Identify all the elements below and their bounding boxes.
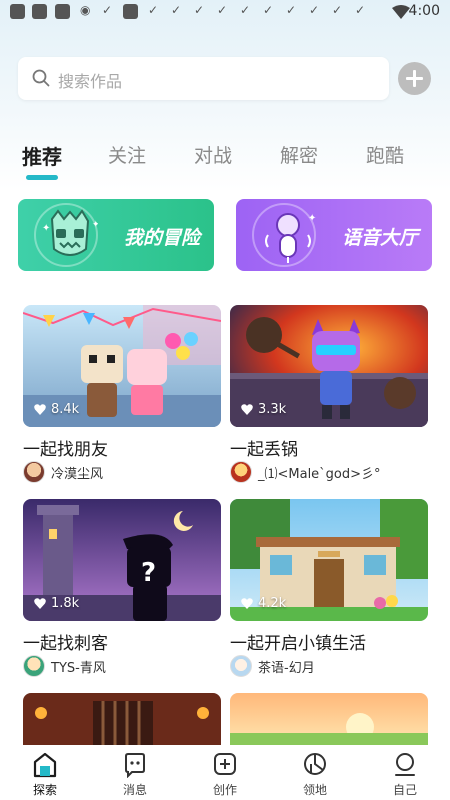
voice-hall-banner[interactable]: ✦ 语音大厅 xyxy=(236,199,432,271)
nav-profile[interactable]: 自己 xyxy=(360,745,450,800)
tab-indicator xyxy=(26,175,58,180)
check-icon: ✓ xyxy=(263,3,274,17)
author-name: _⑴<Male`god>彡° xyxy=(258,466,381,482)
tab-puzzle[interactable]: 解密 xyxy=(280,141,318,168)
monster-icon: ✦ ✦ xyxy=(42,209,98,256)
card-title: 一起丢锅 xyxy=(230,440,298,460)
check-icon: ✓ xyxy=(148,3,159,17)
svg-text:✦: ✦ xyxy=(92,220,98,230)
profile-icon xyxy=(395,753,415,776)
search-icon xyxy=(32,69,50,87)
notification-icon xyxy=(55,4,70,19)
check-icon: ✓ xyxy=(332,3,343,17)
adventure-banner[interactable]: ✦ ✦ 我的冒险 xyxy=(18,199,214,271)
banner-label: 语音大厅 xyxy=(341,227,418,249)
heart-icon xyxy=(34,598,46,609)
avatar xyxy=(23,461,45,483)
check-icon: ✓ xyxy=(309,3,320,17)
likes-value: 3.3k xyxy=(258,402,287,417)
status-bar: ◉ ✓ ✓ ✓ ✓ ✓ ✓ ✓ ✓ ✓ ✓ ✓ 4:00 xyxy=(0,0,450,26)
likes-value: 4.2k xyxy=(258,596,287,611)
author[interactable]: 冷漠尘风 xyxy=(23,461,103,483)
author[interactable]: TYS-青风 xyxy=(23,655,106,677)
check-icon: ✓ xyxy=(217,3,228,17)
avatar xyxy=(23,655,45,677)
card-title: 一起找刺客 xyxy=(23,634,108,654)
avatar xyxy=(230,655,252,677)
likes-count: 3.3k xyxy=(241,402,286,417)
work-card[interactable]: 3.3k 一起丢锅 _⑴<Male`god>彡° xyxy=(230,305,428,485)
territory-icon xyxy=(304,753,326,775)
check-icon: ✓ xyxy=(355,3,366,17)
message-icon xyxy=(125,753,145,778)
nav-explore[interactable]: 探索 xyxy=(0,745,90,800)
check-icon: ✓ xyxy=(240,3,251,17)
likes-count: 1.8k xyxy=(34,596,79,611)
nav-create[interactable]: 创作 xyxy=(180,745,270,800)
card-thumbnail xyxy=(230,693,428,745)
author-name: 茶语-幻月 xyxy=(258,660,315,676)
tab-recommend[interactable]: 推荐 xyxy=(22,141,62,170)
card-thumbnail xyxy=(23,693,221,745)
nav-label: 消息 xyxy=(122,783,147,797)
likes-value: 1.8k xyxy=(51,596,80,611)
nav-label: 领地 xyxy=(302,783,327,797)
check-icon: ✓ xyxy=(102,3,113,17)
svg-text:?: ? xyxy=(141,558,156,588)
check-icon: ✓ xyxy=(171,3,182,17)
nav-messages[interactable]: 消息 xyxy=(90,745,180,800)
nav-label: 创作 xyxy=(212,783,237,797)
work-card[interactable] xyxy=(23,693,221,745)
search-placeholder: 搜索作品 xyxy=(58,72,123,91)
check-icon: ✓ xyxy=(194,3,205,17)
tab-parkour[interactable]: 跑酷 xyxy=(366,141,404,168)
wifi-icon xyxy=(392,5,410,19)
likes-value: 8.4k xyxy=(51,402,80,417)
svg-text:✦: ✦ xyxy=(42,223,50,234)
work-card[interactable]: 8.4k 一起找朋友 冷漠尘风 xyxy=(23,305,221,485)
notification-icon xyxy=(10,4,25,19)
heart-icon xyxy=(34,404,46,415)
explore-icon xyxy=(33,752,57,778)
author[interactable]: 茶语-幻月 xyxy=(230,655,315,677)
heart-icon xyxy=(241,598,253,609)
svg-text:✦: ✦ xyxy=(308,213,316,224)
author-name: 冷漠尘风 xyxy=(51,466,104,482)
author-name: TYS-青风 xyxy=(51,660,106,676)
card-title: 一起找朋友 xyxy=(23,440,108,460)
heart-icon xyxy=(241,404,253,415)
work-card[interactable] xyxy=(230,693,428,745)
nav-label: 探索 xyxy=(32,783,57,797)
bottom-nav: 探索 消息 创作 领地 自己 xyxy=(0,745,450,800)
tab-follow[interactable]: 关注 xyxy=(108,141,146,168)
likes-count: 4.2k xyxy=(241,596,286,611)
work-card[interactable]: 4.2k 一起开启小镇生活 茶语-幻月 xyxy=(230,499,428,679)
avatar xyxy=(230,461,252,483)
clock: 4:00 xyxy=(408,3,440,19)
shield-icon: ◉ xyxy=(80,3,91,17)
nav-territory[interactable]: 领地 xyxy=(270,745,360,800)
search-input[interactable]: 搜索作品 xyxy=(18,57,389,100)
check-icon: ✓ xyxy=(286,3,297,17)
notification-icon xyxy=(123,4,138,19)
author[interactable]: _⑴<Male`god>彡° xyxy=(230,461,381,483)
work-card[interactable]: ? 1.8k 一起找刺客 TYS-青风 xyxy=(23,499,221,679)
nav-label: 自己 xyxy=(392,783,417,797)
add-button[interactable] xyxy=(398,62,431,95)
microphone-icon: ✦ xyxy=(265,213,316,263)
tab-battle[interactable]: 对战 xyxy=(194,141,232,168)
card-title: 一起开启小镇生活 xyxy=(230,634,366,654)
notification-icon xyxy=(32,4,47,19)
banner-label: 我的冒险 xyxy=(123,227,200,249)
likes-count: 8.4k xyxy=(34,402,79,417)
create-icon xyxy=(214,753,236,775)
